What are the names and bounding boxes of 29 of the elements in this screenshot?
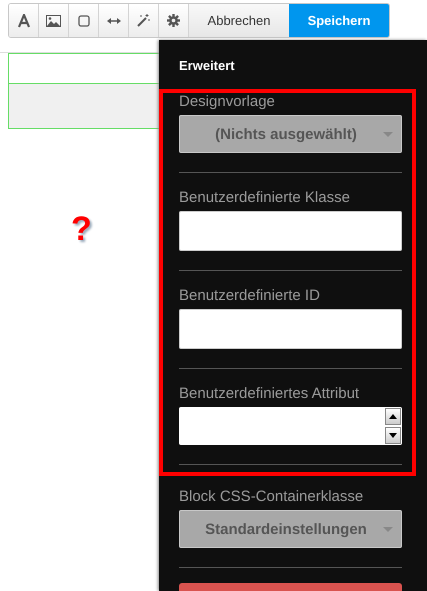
field-label: Designvorlage [179,93,276,111]
image-icon [46,14,61,26]
gear-icon [167,14,180,27]
settings-button[interactable] [159,4,189,37]
tool-button[interactable] [99,4,129,37]
tool-button[interactable] [69,4,99,37]
field-label: Block CSS-Containerklasse [179,488,364,506]
field-label: Benutzerdefiniertes Attribut [179,385,360,403]
field-label: Benutzerdefinierte Klasse [179,189,351,207]
down-arrow-icon [389,433,397,438]
panel-title: Erweitert [179,58,236,74]
dropdown[interactable]: Standardeinstellungen [179,510,402,548]
tool-button[interactable] [129,4,159,37]
arrows-icon [106,18,120,24]
input-field[interactable] [179,211,402,251]
up-arrow-icon [389,414,397,419]
magic-wand-icon [137,14,150,27]
scroll-up-button[interactable] [385,408,401,425]
font-icon [16,14,30,28]
tool-button[interactable] [39,4,69,37]
question-mark: ? [71,212,92,246]
cancel-button[interactable]: Abbrechen [189,4,289,37]
dropdown[interactable]: (Nichts ausgewählt) [179,115,402,153]
square-icon [78,14,90,26]
scroll-down-button[interactable] [385,427,401,444]
input-field[interactable] [179,309,402,349]
save-button[interactable]: Speichern [289,4,389,37]
field-label: Benutzerdefinierte ID [179,287,321,305]
tool-button[interactable] [9,4,39,37]
